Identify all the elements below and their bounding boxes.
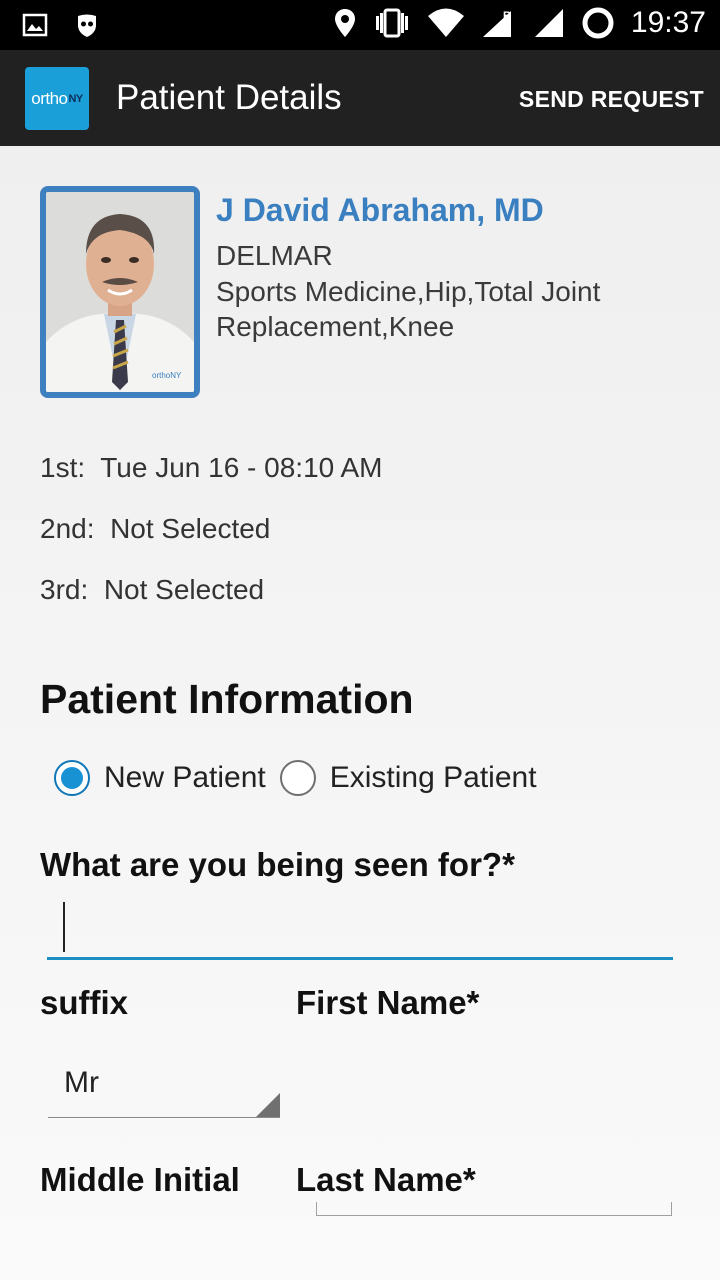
existing-patient-radio[interactable] xyxy=(279,760,316,796)
send-request-button[interactable]: SEND REQUEST xyxy=(519,86,704,113)
appointment-value: Not Selected xyxy=(110,513,271,544)
dropdown-arrow-icon xyxy=(256,1093,280,1117)
logo-text: ortho xyxy=(31,88,68,108)
vibrate-icon xyxy=(375,8,408,38)
patient-type-radio-group: New Patient Existing Patient xyxy=(54,760,537,796)
first-name-label: First Name* xyxy=(296,984,480,1021)
appointment-label: 2nd: xyxy=(40,513,95,544)
suffix-select[interactable]: Mr xyxy=(48,1052,280,1118)
appointment-label: 1st: xyxy=(40,452,86,483)
status-time: 19:37 xyxy=(630,6,706,39)
doctor-photo: orthoNY xyxy=(40,186,200,398)
existing-patient-label[interactable]: Existing Patient xyxy=(330,761,537,795)
appointment-value: Tue Jun 16 - 08:10 AM xyxy=(100,452,383,483)
doctor-specialties: Sports Medicine,Hip,Total Joint Replacem… xyxy=(216,276,601,342)
new-patient-radio[interactable] xyxy=(54,760,90,796)
battery-loading-icon xyxy=(582,7,614,39)
suffix-label: suffix xyxy=(40,984,129,1021)
signal-roaming-icon: R xyxy=(482,10,511,37)
signal-icon xyxy=(534,9,563,37)
photo-badge: orthoNY xyxy=(152,371,182,380)
doctor-location: DELMAR xyxy=(216,240,333,271)
suffix-selected-value: Mr xyxy=(64,1066,99,1099)
app-bar: ortho NY Patient Details SEND REQUEST xyxy=(0,50,720,146)
first-name-input[interactable] xyxy=(316,1202,672,1216)
status-bar: R 19:37 xyxy=(0,0,720,50)
appointment-value: Not Selected xyxy=(103,574,265,605)
image-icon xyxy=(22,13,48,37)
app-logo: ortho NY xyxy=(25,67,89,130)
location-icon xyxy=(334,9,355,37)
privacy-icon xyxy=(78,14,96,37)
new-patient-label[interactable]: New Patient xyxy=(104,761,266,795)
radio-selected-dot xyxy=(61,767,83,789)
middle-initial-label: Middle Initial xyxy=(40,1161,240,1198)
appointment-1st: 1st: Tue Jun 16 - 08:10 AM xyxy=(40,452,382,484)
appointment-label: 3rd: xyxy=(40,574,89,605)
wifi-icon xyxy=(427,8,464,37)
patient-information-heading: Patient Information xyxy=(40,676,414,722)
text-caret xyxy=(63,902,65,952)
visit-reason-label: What are you being seen for?* xyxy=(40,846,515,883)
svg-text:R: R xyxy=(503,10,511,22)
doctor-portrait-image: orthoNY xyxy=(46,192,194,392)
last-name-label: Last Name* xyxy=(296,1161,476,1198)
page-title: Patient Details xyxy=(116,78,342,117)
doctor-name[interactable]: J David Abraham, MD xyxy=(216,192,544,229)
logo-suffix: NY xyxy=(68,92,83,105)
patient-details-content[interactable]: orthoNY J David Abraham, MD DELMAR Sport… xyxy=(0,146,720,1280)
appointment-3rd: 3rd: Not Selected xyxy=(40,574,264,606)
visit-reason-input[interactable] xyxy=(47,898,673,960)
appointment-2nd: 2nd: Not Selected xyxy=(40,513,270,545)
